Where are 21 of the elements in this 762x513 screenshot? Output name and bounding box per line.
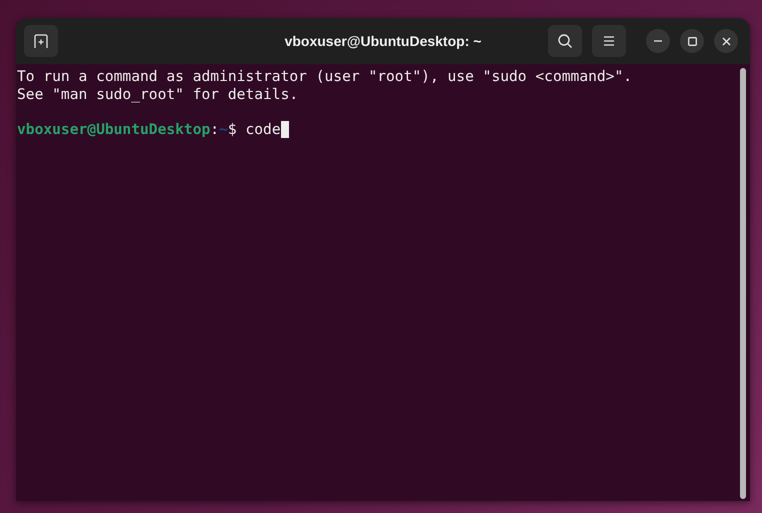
menu-icon bbox=[603, 36, 615, 46]
output-line: To run a command as administrator (user "root"), use "sudo <command>". bbox=[17, 68, 632, 86]
new-tab-button[interactable] bbox=[24, 25, 58, 57]
maximize-icon bbox=[688, 36, 696, 46]
minimize-button[interactable] bbox=[646, 29, 670, 53]
command-text: code bbox=[245, 120, 281, 138]
text-cursor bbox=[280, 120, 290, 138]
new-tab-icon bbox=[33, 33, 49, 49]
close-button[interactable] bbox=[714, 29, 738, 53]
prompt-user-host: vboxuser@UbuntuDesktop bbox=[17, 120, 210, 138]
menu-button[interactable] bbox=[592, 25, 626, 57]
minimize-icon bbox=[654, 40, 662, 42]
search-icon bbox=[557, 33, 573, 49]
output-line: See "man sudo_root" for details. bbox=[17, 86, 298, 103]
prompt-symbol: $ bbox=[228, 120, 237, 138]
search-button[interactable] bbox=[548, 25, 582, 57]
prompt-path: ~ bbox=[219, 120, 228, 138]
prompt-separator: : bbox=[210, 120, 220, 138]
window-title: vboxuser@UbuntuDesktop: ~ bbox=[284, 32, 482, 51]
maximize-button[interactable] bbox=[680, 29, 704, 53]
close-icon bbox=[722, 36, 730, 46]
